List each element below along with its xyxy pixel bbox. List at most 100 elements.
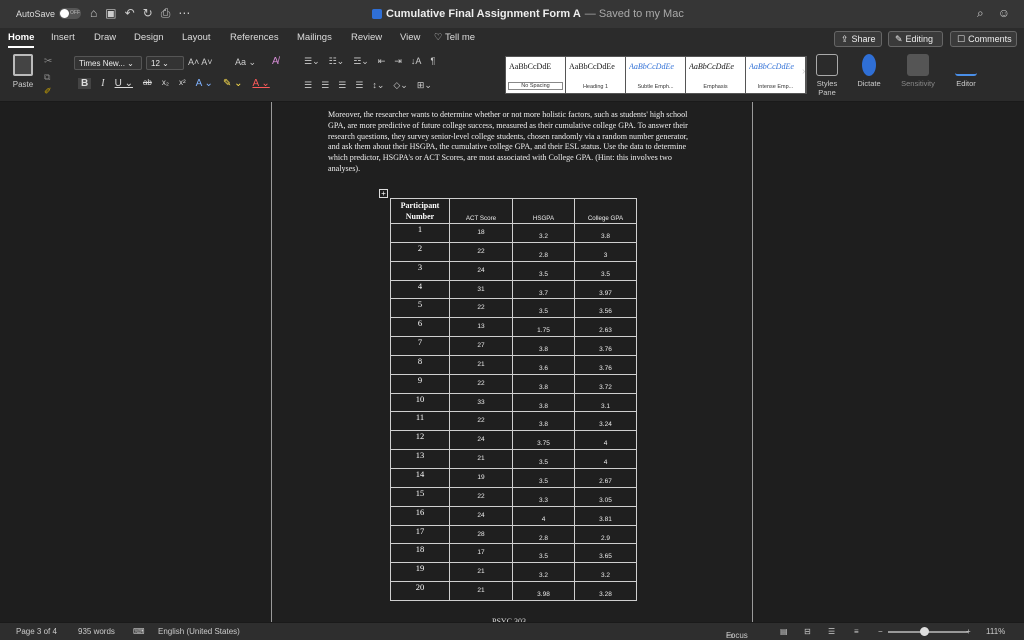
tab-insert[interactable]: Insert bbox=[51, 32, 75, 43]
table-move-handle-icon[interactable]: + bbox=[379, 189, 388, 198]
proofing-icon[interactable]: ⌨ bbox=[133, 627, 145, 636]
style-heading-1[interactable]: AaBbCcDdEe Heading 1 bbox=[566, 57, 626, 93]
table-cell[interactable]: 6 bbox=[390, 317, 450, 338]
table-cell[interactable]: 33 bbox=[449, 392, 513, 413]
table-cell[interactable]: 2.63 bbox=[574, 317, 637, 338]
increase-indent-icon[interactable]: ⇥ bbox=[394, 56, 402, 67]
web-layout-icon[interactable]: ⊟ bbox=[804, 627, 811, 636]
tab-layout[interactable]: Layout bbox=[182, 32, 211, 43]
table-cell[interactable]: 28 bbox=[449, 524, 513, 545]
table-cell[interactable]: 3.98 bbox=[512, 581, 575, 601]
table-cell[interactable]: 7 bbox=[390, 336, 450, 356]
italic-icon[interactable]: I bbox=[101, 78, 104, 89]
table-cell[interactable]: 3.28 bbox=[574, 581, 637, 601]
table-cell[interactable]: 21 bbox=[449, 449, 513, 469]
sort-icon[interactable]: ↓A bbox=[411, 56, 422, 67]
table-cell[interactable]: 24 bbox=[449, 505, 513, 526]
table-cell[interactable]: 8 bbox=[390, 354, 450, 375]
table-cell[interactable]: 2 bbox=[390, 241, 450, 262]
table-cell[interactable]: 4 bbox=[390, 279, 450, 300]
editing-button[interactable]: ✎ Editing bbox=[888, 31, 943, 47]
text-effects-icon[interactable]: A ⌄ bbox=[196, 78, 213, 89]
cut-icon[interactable]: ✂ bbox=[44, 56, 52, 67]
print-icon[interactable]: ⎙ bbox=[161, 6, 171, 21]
table-cell[interactable]: 24 bbox=[449, 260, 513, 281]
table-cell[interactable]: 3 bbox=[390, 260, 450, 281]
table-cell[interactable]: 4 bbox=[512, 505, 575, 526]
undo-icon[interactable]: ↶ bbox=[125, 6, 135, 21]
autosave-toggle[interactable]: OFF bbox=[59, 8, 82, 19]
table-cell[interactable]: 18 bbox=[390, 543, 450, 564]
table-cell[interactable]: 3.5 bbox=[512, 260, 575, 281]
table-cell[interactable]: 1 bbox=[390, 223, 450, 243]
table-cell[interactable]: 2.9 bbox=[574, 524, 637, 545]
document-title[interactable]: Cumulative Final Assignment Form A — Sav… bbox=[372, 8, 684, 20]
editor-button[interactable]: Editor bbox=[950, 54, 982, 88]
table-cell[interactable]: 5 bbox=[390, 298, 450, 319]
comments-button[interactable]: ☐ Comments bbox=[950, 31, 1017, 47]
sensitivity-button[interactable]: Sensitivity bbox=[896, 54, 940, 88]
zoom-out-icon[interactable]: − bbox=[878, 627, 883, 636]
table-cell[interactable]: 3.24 bbox=[574, 411, 637, 432]
styles-pane-button[interactable]: Styles Pane bbox=[812, 54, 842, 97]
document-area[interactable]: Moreover, the researcher wants to determ… bbox=[0, 102, 1024, 626]
table-cell[interactable]: 21 bbox=[449, 354, 513, 375]
table-cell[interactable]: 22 bbox=[449, 373, 513, 394]
search-icon[interactable]: ⌕ bbox=[977, 6, 984, 21]
justify-icon[interactable]: ☰ bbox=[355, 80, 363, 91]
tab-mailings[interactable]: Mailings bbox=[297, 32, 332, 43]
table-cell[interactable]: 22 bbox=[449, 411, 513, 432]
table-cell[interactable]: 15 bbox=[390, 486, 450, 507]
tab-draw[interactable]: Draw bbox=[94, 32, 116, 43]
zoom-level[interactable]: 111% bbox=[986, 627, 1005, 636]
table-cell[interactable]: 17 bbox=[390, 524, 450, 545]
font-name-select[interactable]: Times New... ⌄ bbox=[74, 56, 142, 70]
table-cell[interactable]: 3.5 bbox=[512, 449, 575, 469]
clear-formatting-icon[interactable]: A̸ bbox=[272, 56, 279, 67]
superscript-icon[interactable]: x² bbox=[179, 78, 186, 89]
table-cell[interactable]: 1.75 bbox=[512, 317, 575, 338]
table-cell[interactable]: 3.8 bbox=[574, 223, 637, 243]
dictate-button[interactable]: Dictate bbox=[852, 54, 886, 88]
redo-icon[interactable]: ↻ bbox=[143, 6, 153, 21]
table-cell[interactable]: 3.7 bbox=[512, 279, 575, 300]
font-color-icon[interactable]: A ⌄ bbox=[252, 78, 269, 89]
account-icon[interactable]: ☺ bbox=[998, 6, 1010, 21]
table-cell[interactable]: 22 bbox=[449, 486, 513, 507]
table-cell[interactable]: 3.97 bbox=[574, 279, 637, 300]
table-cell[interactable]: 22 bbox=[449, 241, 513, 262]
numbering-icon[interactable]: ☷⌄ bbox=[329, 56, 345, 67]
table-cell[interactable]: 3.76 bbox=[574, 336, 637, 356]
table-cell[interactable]: 21 bbox=[449, 562, 513, 583]
tab-design[interactable]: Design bbox=[134, 32, 164, 43]
table-cell[interactable]: 11 bbox=[390, 411, 450, 432]
table-cell[interactable]: 3.3 bbox=[512, 486, 575, 507]
tab-view[interactable]: View bbox=[400, 32, 420, 43]
table-cell[interactable]: 3.5 bbox=[512, 467, 575, 488]
question-paragraph[interactable]: Moreover, the researcher wants to determ… bbox=[328, 110, 690, 175]
table-cell[interactable]: 3.8 bbox=[512, 336, 575, 356]
data-table[interactable]: Participant Number ACT Score HSGPA Colle… bbox=[390, 198, 637, 601]
read-mode-icon[interactable]: ☰ bbox=[828, 627, 835, 636]
decrease-indent-icon[interactable]: ⇤ bbox=[378, 56, 386, 67]
tab-review[interactable]: Review bbox=[351, 32, 382, 43]
paste-button[interactable]: Paste bbox=[8, 54, 38, 89]
table-cell[interactable]: 3.2 bbox=[512, 223, 575, 243]
save-icon[interactable]: ▣ bbox=[105, 6, 116, 21]
table-cell[interactable]: 3.5 bbox=[574, 260, 637, 281]
line-spacing-icon[interactable]: ↕⌄ bbox=[372, 80, 384, 91]
bullets-icon[interactable]: ☰⌄ bbox=[304, 56, 320, 67]
table-cell[interactable]: 4 bbox=[574, 430, 637, 451]
table-cell[interactable]: 2.8 bbox=[512, 241, 575, 262]
table-cell[interactable]: 24 bbox=[449, 430, 513, 451]
format-painter-icon[interactable]: ✐ bbox=[44, 86, 52, 97]
table-cell[interactable]: 3.8 bbox=[512, 373, 575, 394]
table-cell[interactable]: 19 bbox=[449, 467, 513, 488]
table-cell[interactable]: 3.5 bbox=[512, 543, 575, 564]
table-cell[interactable]: 2.8 bbox=[512, 524, 575, 545]
word-count[interactable]: 935 words bbox=[78, 627, 115, 636]
style-no-spacing[interactable]: AaBbCcDdE No Spacing bbox=[506, 57, 566, 93]
style-emphasis[interactable]: AaBbCcDdEe Emphasis bbox=[686, 57, 746, 93]
table-cell[interactable]: 3.2 bbox=[512, 562, 575, 583]
table-cell[interactable]: 3.1 bbox=[574, 392, 637, 413]
